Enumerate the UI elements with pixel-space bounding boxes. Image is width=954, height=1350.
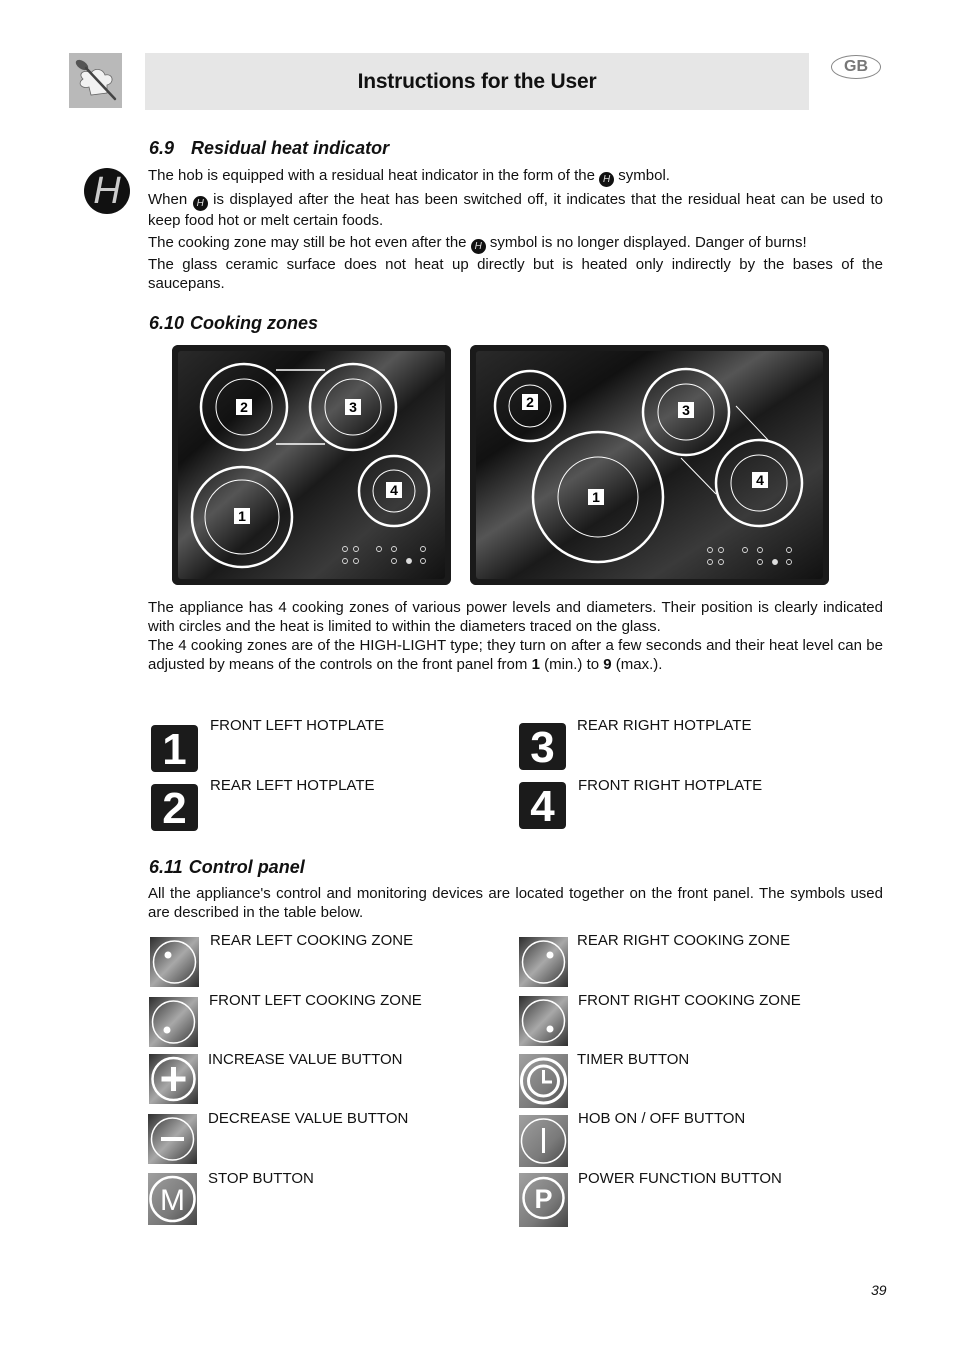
- section-number: 6.10: [149, 313, 185, 333]
- paragraph: The cooking zone may still be hot even a…: [148, 234, 807, 254]
- control-label: STOP BUTTON: [208, 1170, 314, 1187]
- legend-label: FRONT LEFT HOTPLATE: [210, 717, 385, 734]
- paragraph: The glass ceramic surface does not heat …: [148, 256, 883, 292]
- legend-label: REAR RIGHT HOTPLATE: [577, 717, 752, 734]
- paragraph: The 4 cooking zones are of the HIGH-LIGH…: [148, 637, 883, 673]
- zone-number-2-icon: 2: [151, 784, 198, 833]
- section-6-11-body: All the appliance's control and monitori…: [148, 885, 883, 921]
- zone-label: 4: [390, 482, 398, 498]
- p-power-icon: P: [519, 1173, 568, 1227]
- header-bar: Instructions for the User: [145, 53, 809, 110]
- hob-diagram-4-zone-80cm: 2 1 3 4: [470, 345, 829, 585]
- paragraph: The appliance has 4 cooking zones of var…: [148, 599, 883, 635]
- h-symbol-icon: H: [192, 196, 208, 211]
- section-heading: Cooking zones: [190, 313, 319, 333]
- zone-label: 3: [349, 399, 357, 415]
- section-heading: Residual heat indicator: [191, 138, 390, 158]
- hob-diagram-4-zone-60cm: 2 3 1 4: [172, 345, 451, 585]
- minus-icon: [148, 1114, 197, 1164]
- zone-label: 2: [240, 399, 248, 415]
- rear-right-zone-icon: [519, 937, 568, 987]
- zone-label: 4: [756, 472, 764, 488]
- page-title: Instructions for the User: [357, 69, 597, 93]
- section-6-10-body: The appliance has 4 cooking zones of var…: [148, 598, 883, 674]
- page-number: 39: [871, 1282, 887, 1298]
- power-on-off-icon: [519, 1115, 568, 1167]
- language-badge: GB: [831, 55, 881, 79]
- legend-label: REAR LEFT HOTPLATE: [210, 777, 375, 794]
- residual-heat-H-icon: H: [84, 168, 130, 214]
- zone-label: 3: [682, 402, 690, 418]
- control-label: HOB ON / OFF BUTTON: [578, 1110, 746, 1127]
- section-6-9-body: The hob is equipped with a residual heat…: [148, 166, 883, 293]
- control-label: FRONT RIGHT COOKING ZONE: [578, 992, 801, 1009]
- section-heading: Control panel: [188, 857, 305, 877]
- zone-number-1-icon: 1: [151, 725, 198, 774]
- paragraph: The hob is equipped with a residual heat…: [148, 167, 670, 187]
- m-stop-icon: M: [148, 1173, 197, 1225]
- section-number: 6.9: [149, 138, 175, 158]
- control-label: FRONT LEFT COOKING ZONE: [209, 992, 422, 1009]
- h-symbol-icon: H: [599, 172, 615, 187]
- rear-left-zone-icon: [150, 937, 199, 987]
- front-left-zone-icon: [149, 997, 198, 1047]
- front-right-zone-icon: [519, 996, 568, 1046]
- zone-number-3-icon: 3: [519, 723, 566, 772]
- zone-number-4-icon: 4: [519, 782, 566, 831]
- section-6-11-title: 6.11 Control panel: [149, 857, 305, 878]
- section-6-10-title: 6.10 Cooking zones: [149, 313, 318, 334]
- paragraph: When H is displayed after the heat has b…: [148, 191, 883, 229]
- chef-hat-spoon-icon: [69, 53, 122, 108]
- control-label: REAR LEFT COOKING ZONE: [210, 932, 414, 949]
- svg-text:P: P: [534, 1184, 552, 1214]
- control-label: TIMER BUTTON: [577, 1051, 690, 1068]
- control-label: POWER FUNCTION BUTTON: [578, 1170, 782, 1187]
- zone-label: 1: [238, 508, 246, 524]
- section-6-9-title: 6.9 Residual heat indicator: [149, 138, 389, 159]
- legend-label: FRONT RIGHT HOTPLATE: [578, 777, 763, 794]
- svg-text:M: M: [160, 1184, 185, 1217]
- section-number: 6.11: [149, 857, 183, 877]
- control-label: REAR RIGHT COOKING ZONE: [577, 932, 791, 949]
- control-label: INCREASE VALUE BUTTON: [208, 1051, 403, 1068]
- clock-icon: [519, 1054, 568, 1108]
- zone-label: 2: [526, 394, 534, 410]
- h-symbol-icon: H: [470, 239, 486, 254]
- plus-icon: [149, 1054, 198, 1104]
- zone-label: 1: [592, 489, 600, 505]
- control-label: DECREASE VALUE BUTTON: [208, 1110, 409, 1127]
